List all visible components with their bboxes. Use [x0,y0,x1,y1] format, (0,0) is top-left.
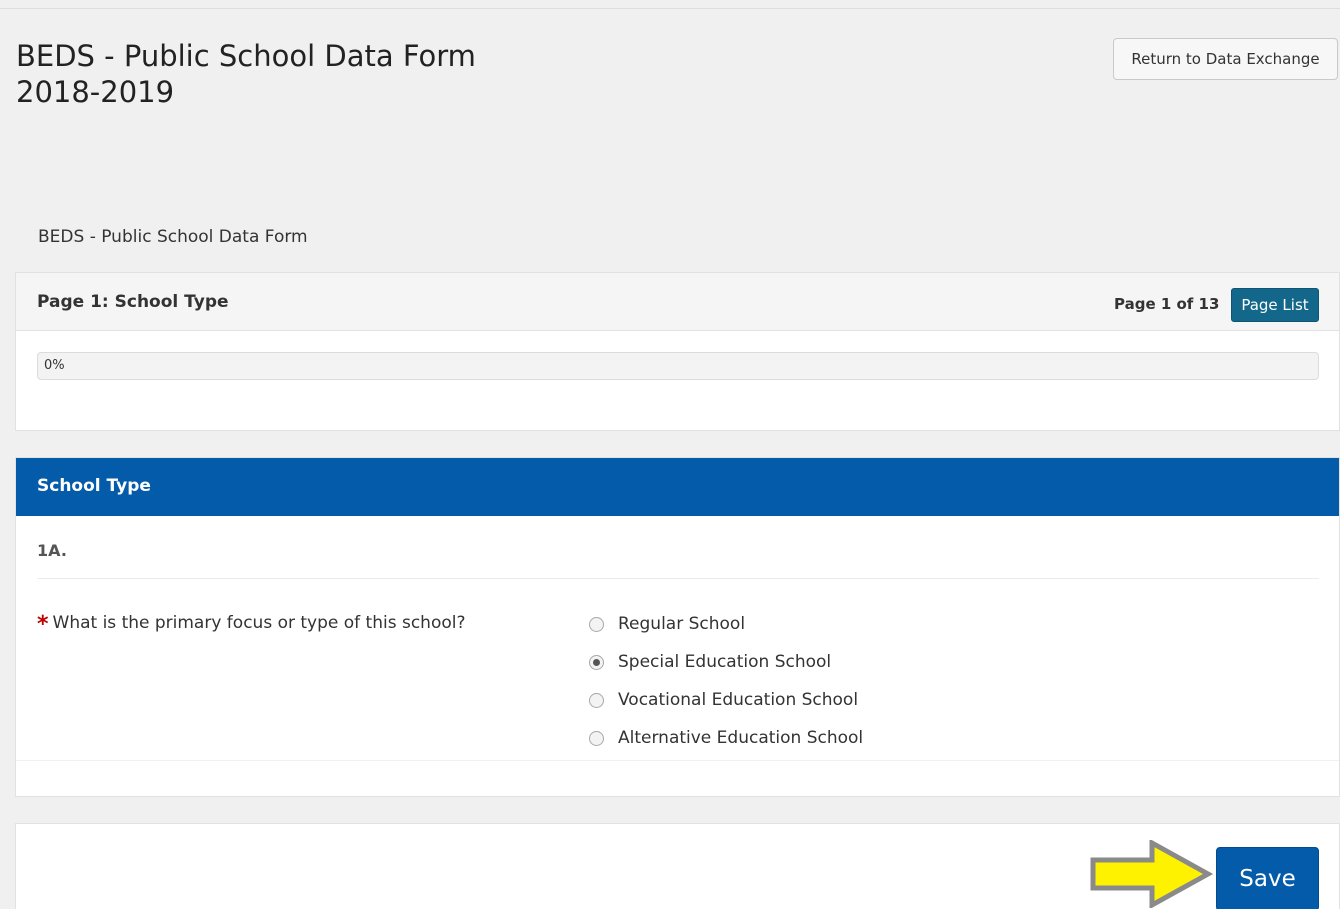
progress-percent: 0% [44,358,65,373]
radio-option-special-education-school[interactable]: Special Education School [589,643,863,681]
question-number: 1A. [37,541,67,560]
page-title: BEDS - Public School Data Form 2018-2019 [16,38,476,110]
radio-button[interactable] [589,692,604,708]
radio-button[interactable] [589,616,604,632]
form-caption: BEDS - Public School Data Form [38,227,308,247]
top-divider [0,8,1340,9]
section-header: School Type [16,458,1339,516]
question-text: What is the primary focus or type of thi… [52,613,466,633]
radio-button[interactable] [589,730,604,746]
right-arrow-icon [1090,840,1214,908]
page-heading: Page 1: School Type [37,292,229,312]
required-marker: * [37,612,49,637]
section-title: School Type [37,476,151,496]
school-type-radio-group: Regular School Special Education School … [589,605,863,757]
progress-panel-header: Page 1: School Type Page 1 of 13 Page Li… [16,273,1339,331]
page-list-button[interactable]: Page List [1231,288,1319,322]
page: BEDS - Public School Data Form 2018-2019… [0,0,1340,909]
radio-option-label: Special Education School [618,652,832,672]
radio-option-alternative-education-school[interactable]: Alternative Education School [589,719,863,757]
radio-option-label: Alternative Education School [618,728,864,748]
page-title-line2: 2018-2019 [16,75,175,109]
progress-bar: 0% [37,352,1319,380]
page-title-line1: BEDS - Public School Data Form [16,39,476,73]
question-label: * What is the primary focus or type of th… [37,612,466,637]
return-to-data-exchange-button[interactable]: Return to Data Exchange [1113,38,1338,80]
radio-button[interactable] [589,654,604,670]
radio-option-regular-school[interactable]: Regular School [589,605,863,643]
radio-option-label: Vocational Education School [618,690,859,710]
question-divider [37,578,1319,579]
right-arrow-shape [1090,840,1214,908]
question-panel: School Type 1A. * What is the primary foc… [15,457,1340,797]
save-button[interactable]: Save [1216,847,1319,909]
radio-option-label: Regular School [618,614,746,634]
progress-panel: Page 1: School Type Page 1 of 13 Page Li… [15,272,1340,431]
radio-option-vocational-education-school[interactable]: Vocational Education School [589,681,863,719]
question-bottom-divider [16,760,1339,761]
page-count: Page 1 of 13 [1114,295,1220,313]
